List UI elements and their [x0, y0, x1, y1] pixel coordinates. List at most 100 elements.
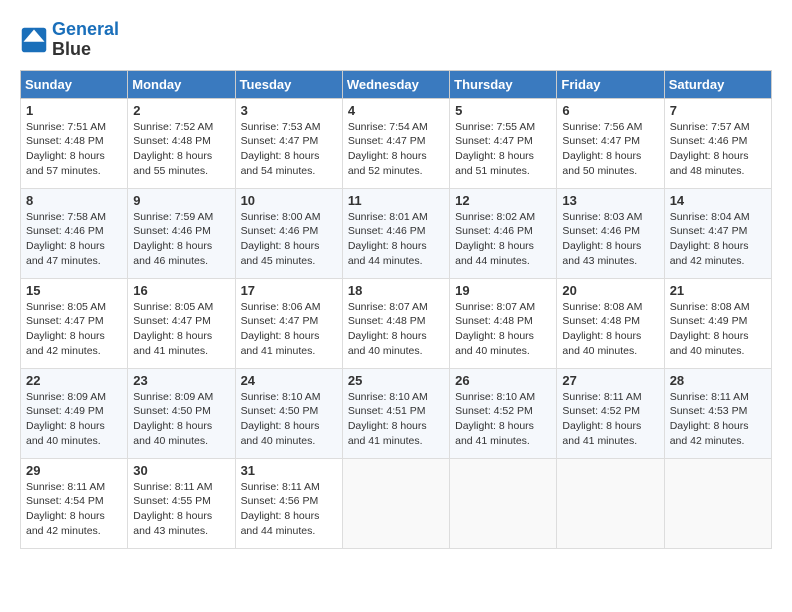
day-cell: 19 Sunrise: 8:07 AMSunset: 4:48 PMDaylig…	[450, 278, 557, 368]
day-cell: 14 Sunrise: 8:04 AMSunset: 4:47 PMDaylig…	[664, 188, 771, 278]
cell-info: Sunrise: 7:57 AMSunset: 4:46 PMDaylight:…	[670, 121, 750, 177]
day-number: 21	[670, 283, 766, 298]
day-cell: 23 Sunrise: 8:09 AMSunset: 4:50 PMDaylig…	[128, 368, 235, 458]
day-cell: 31 Sunrise: 8:11 AMSunset: 4:56 PMDaylig…	[235, 458, 342, 548]
day-number: 17	[241, 283, 337, 298]
day-cell: 29 Sunrise: 8:11 AMSunset: 4:54 PMDaylig…	[21, 458, 128, 548]
cell-info: Sunrise: 8:09 AMSunset: 4:49 PMDaylight:…	[26, 391, 106, 447]
day-cell: 30 Sunrise: 8:11 AMSunset: 4:55 PMDaylig…	[128, 458, 235, 548]
day-cell: 20 Sunrise: 8:08 AMSunset: 4:48 PMDaylig…	[557, 278, 664, 368]
week-row-5: 29 Sunrise: 8:11 AMSunset: 4:54 PMDaylig…	[21, 458, 772, 548]
day-cell: 21 Sunrise: 8:08 AMSunset: 4:49 PMDaylig…	[664, 278, 771, 368]
calendar-table: SundayMondayTuesdayWednesdayThursdayFrid…	[20, 70, 772, 549]
day-cell: 4 Sunrise: 7:54 AMSunset: 4:47 PMDayligh…	[342, 98, 449, 188]
day-cell: 28 Sunrise: 8:11 AMSunset: 4:53 PMDaylig…	[664, 368, 771, 458]
day-number: 19	[455, 283, 551, 298]
day-number: 30	[133, 463, 229, 478]
day-cell: 9 Sunrise: 7:59 AMSunset: 4:46 PMDayligh…	[128, 188, 235, 278]
cell-info: Sunrise: 8:11 AMSunset: 4:56 PMDaylight:…	[241, 481, 320, 537]
day-cell: 22 Sunrise: 8:09 AMSunset: 4:49 PMDaylig…	[21, 368, 128, 458]
day-cell: 18 Sunrise: 8:07 AMSunset: 4:48 PMDaylig…	[342, 278, 449, 368]
day-cell: 2 Sunrise: 7:52 AMSunset: 4:48 PMDayligh…	[128, 98, 235, 188]
day-cell: 16 Sunrise: 8:05 AMSunset: 4:47 PMDaylig…	[128, 278, 235, 368]
day-number: 18	[348, 283, 444, 298]
day-number: 3	[241, 103, 337, 118]
day-cell: 24 Sunrise: 8:10 AMSunset: 4:50 PMDaylig…	[235, 368, 342, 458]
day-cell: 1 Sunrise: 7:51 AMSunset: 4:48 PMDayligh…	[21, 98, 128, 188]
day-number: 24	[241, 373, 337, 388]
day-cell: 15 Sunrise: 8:05 AMSunset: 4:47 PMDaylig…	[21, 278, 128, 368]
day-number: 2	[133, 103, 229, 118]
cell-info: Sunrise: 7:53 AMSunset: 4:47 PMDaylight:…	[241, 121, 321, 177]
day-number: 7	[670, 103, 766, 118]
day-number: 25	[348, 373, 444, 388]
cell-info: Sunrise: 7:56 AMSunset: 4:47 PMDaylight:…	[562, 121, 642, 177]
day-number: 23	[133, 373, 229, 388]
day-cell	[664, 458, 771, 548]
day-cell	[557, 458, 664, 548]
weekday-header-monday: Monday	[128, 70, 235, 98]
day-cell: 17 Sunrise: 8:06 AMSunset: 4:47 PMDaylig…	[235, 278, 342, 368]
day-number: 26	[455, 373, 551, 388]
logo-icon	[20, 26, 48, 54]
cell-info: Sunrise: 8:08 AMSunset: 4:48 PMDaylight:…	[562, 301, 642, 357]
week-row-2: 8 Sunrise: 7:58 AMSunset: 4:46 PMDayligh…	[21, 188, 772, 278]
cell-info: Sunrise: 8:07 AMSunset: 4:48 PMDaylight:…	[348, 301, 428, 357]
day-number: 29	[26, 463, 122, 478]
day-number: 14	[670, 193, 766, 208]
day-number: 12	[455, 193, 551, 208]
day-cell	[450, 458, 557, 548]
cell-info: Sunrise: 8:11 AMSunset: 4:54 PMDaylight:…	[26, 481, 105, 537]
day-number: 27	[562, 373, 658, 388]
cell-info: Sunrise: 8:02 AMSunset: 4:46 PMDaylight:…	[455, 211, 535, 267]
day-number: 22	[26, 373, 122, 388]
day-number: 13	[562, 193, 658, 208]
day-number: 28	[670, 373, 766, 388]
cell-info: Sunrise: 8:04 AMSunset: 4:47 PMDaylight:…	[670, 211, 750, 267]
cell-info: Sunrise: 7:51 AMSunset: 4:48 PMDaylight:…	[26, 121, 106, 177]
day-cell	[342, 458, 449, 548]
cell-info: Sunrise: 8:00 AMSunset: 4:46 PMDaylight:…	[241, 211, 321, 267]
day-number: 20	[562, 283, 658, 298]
cell-info: Sunrise: 8:09 AMSunset: 4:50 PMDaylight:…	[133, 391, 213, 447]
day-cell: 25 Sunrise: 8:10 AMSunset: 4:51 PMDaylig…	[342, 368, 449, 458]
week-row-4: 22 Sunrise: 8:09 AMSunset: 4:49 PMDaylig…	[21, 368, 772, 458]
day-cell: 3 Sunrise: 7:53 AMSunset: 4:47 PMDayligh…	[235, 98, 342, 188]
day-number: 16	[133, 283, 229, 298]
cell-info: Sunrise: 8:06 AMSunset: 4:47 PMDaylight:…	[241, 301, 321, 357]
day-cell: 27 Sunrise: 8:11 AMSunset: 4:52 PMDaylig…	[557, 368, 664, 458]
day-number: 1	[26, 103, 122, 118]
cell-info: Sunrise: 8:10 AMSunset: 4:52 PMDaylight:…	[455, 391, 535, 447]
header-row: SundayMondayTuesdayWednesdayThursdayFrid…	[21, 70, 772, 98]
cell-info: Sunrise: 8:11 AMSunset: 4:53 PMDaylight:…	[670, 391, 749, 447]
cell-info: Sunrise: 8:05 AMSunset: 4:47 PMDaylight:…	[26, 301, 106, 357]
cell-info: Sunrise: 8:07 AMSunset: 4:48 PMDaylight:…	[455, 301, 535, 357]
day-number: 15	[26, 283, 122, 298]
day-number: 4	[348, 103, 444, 118]
cell-info: Sunrise: 7:52 AMSunset: 4:48 PMDaylight:…	[133, 121, 213, 177]
weekday-header-saturday: Saturday	[664, 70, 771, 98]
cell-info: Sunrise: 7:54 AMSunset: 4:47 PMDaylight:…	[348, 121, 428, 177]
cell-info: Sunrise: 7:59 AMSunset: 4:46 PMDaylight:…	[133, 211, 213, 267]
day-cell: 8 Sunrise: 7:58 AMSunset: 4:46 PMDayligh…	[21, 188, 128, 278]
day-number: 5	[455, 103, 551, 118]
day-cell: 13 Sunrise: 8:03 AMSunset: 4:46 PMDaylig…	[557, 188, 664, 278]
cell-info: Sunrise: 8:05 AMSunset: 4:47 PMDaylight:…	[133, 301, 213, 357]
day-cell: 12 Sunrise: 8:02 AMSunset: 4:46 PMDaylig…	[450, 188, 557, 278]
cell-info: Sunrise: 7:55 AMSunset: 4:47 PMDaylight:…	[455, 121, 535, 177]
weekday-header-thursday: Thursday	[450, 70, 557, 98]
day-number: 31	[241, 463, 337, 478]
cell-info: Sunrise: 8:03 AMSunset: 4:46 PMDaylight:…	[562, 211, 642, 267]
day-number: 10	[241, 193, 337, 208]
day-number: 8	[26, 193, 122, 208]
weekday-header-tuesday: Tuesday	[235, 70, 342, 98]
day-cell: 5 Sunrise: 7:55 AMSunset: 4:47 PMDayligh…	[450, 98, 557, 188]
cell-info: Sunrise: 7:58 AMSunset: 4:46 PMDaylight:…	[26, 211, 106, 267]
day-number: 11	[348, 193, 444, 208]
cell-info: Sunrise: 8:08 AMSunset: 4:49 PMDaylight:…	[670, 301, 750, 357]
day-cell: 7 Sunrise: 7:57 AMSunset: 4:46 PMDayligh…	[664, 98, 771, 188]
weekday-header-wednesday: Wednesday	[342, 70, 449, 98]
logo-text: General Blue	[52, 20, 119, 60]
day-cell: 11 Sunrise: 8:01 AMSunset: 4:46 PMDaylig…	[342, 188, 449, 278]
cell-info: Sunrise: 8:10 AMSunset: 4:50 PMDaylight:…	[241, 391, 321, 447]
